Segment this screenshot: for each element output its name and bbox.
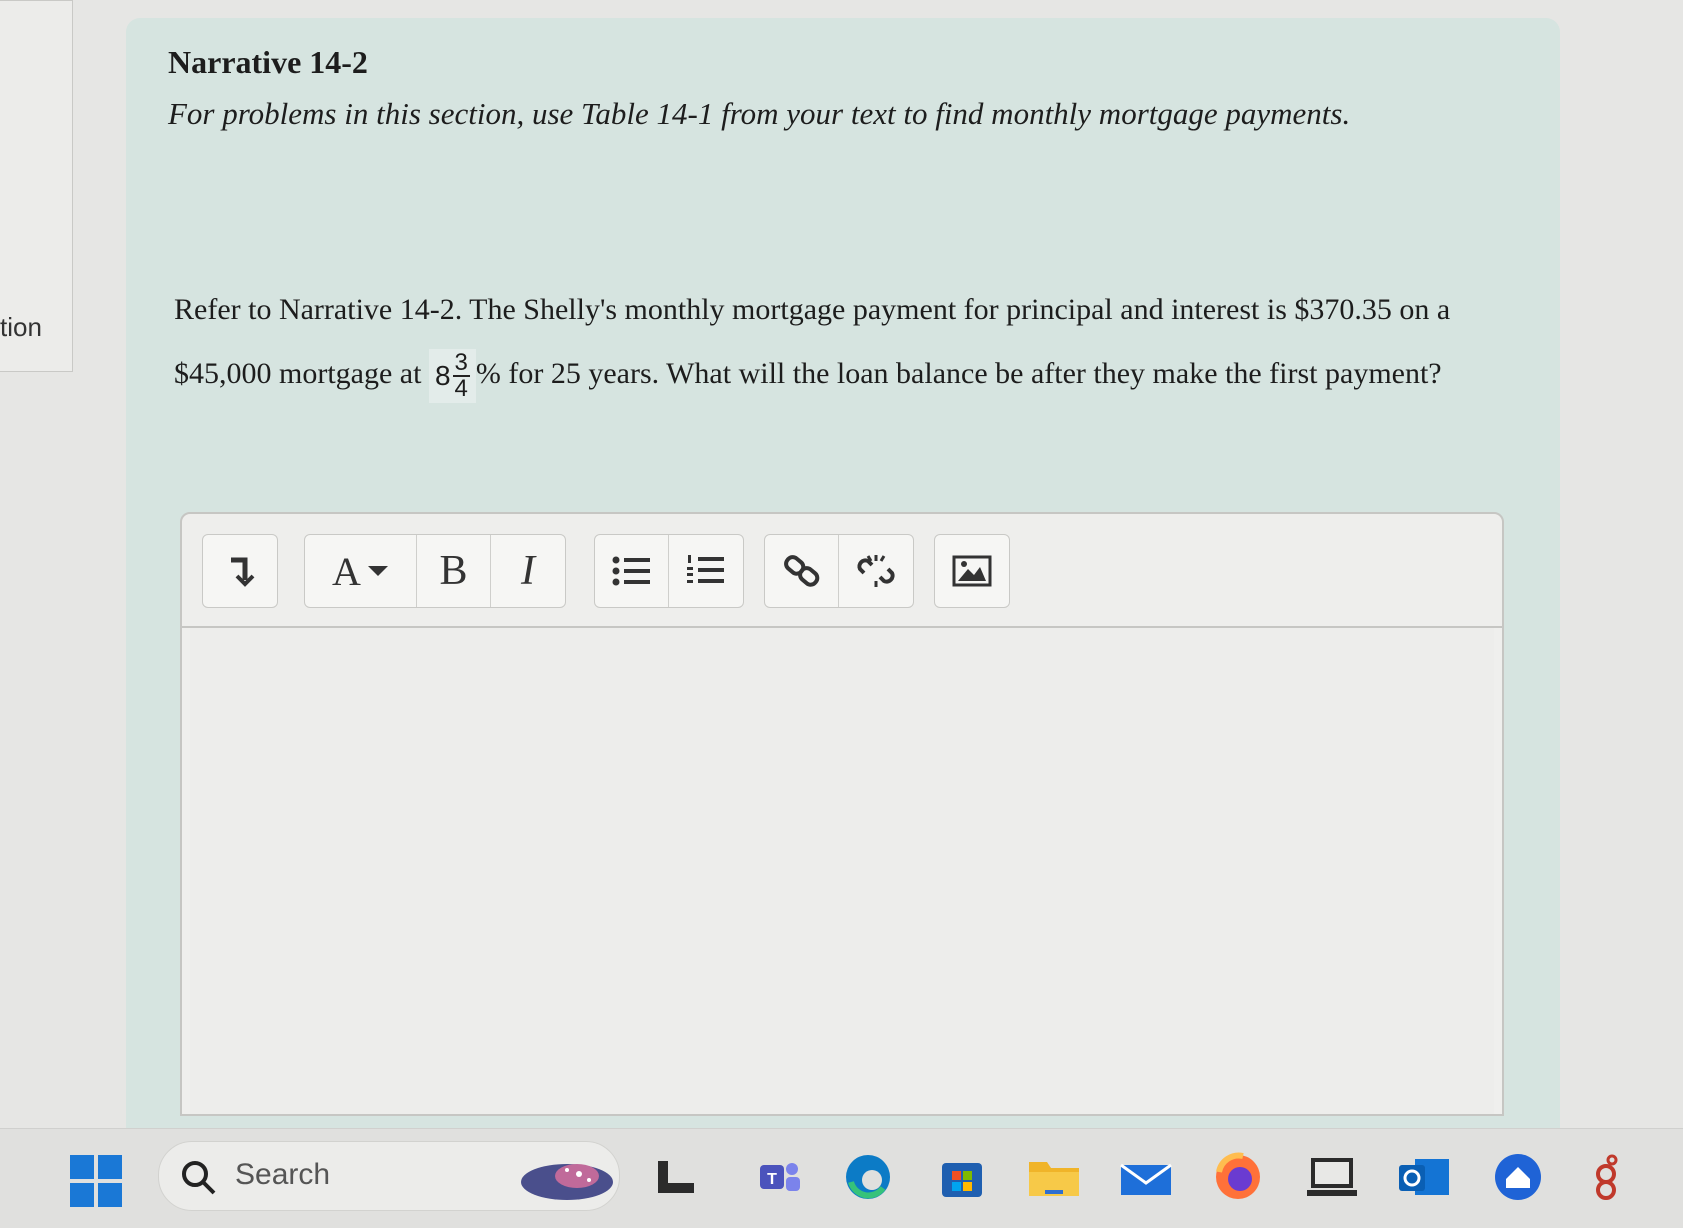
editor-toolbar: A B I bbox=[182, 514, 1502, 628]
numbered-list-button[interactable] bbox=[669, 535, 743, 607]
toolbar-group-format: A B I bbox=[304, 534, 566, 608]
rate-numerator: 3 bbox=[452, 349, 470, 378]
file-explorer-icon[interactable] bbox=[648, 1149, 704, 1205]
edge-icon[interactable] bbox=[840, 1149, 896, 1205]
insert-image-button[interactable] bbox=[935, 535, 1009, 607]
bold-button[interactable]: B bbox=[417, 535, 491, 607]
search-placeholder: Search bbox=[235, 1158, 331, 1191]
font-label: A bbox=[332, 548, 361, 594]
question-part2: % for 25 years. What will the loan balan… bbox=[475, 357, 1442, 390]
taskbar: Search T bbox=[0, 1128, 1683, 1228]
image-icon bbox=[952, 555, 992, 587]
insert-arrow-button[interactable] bbox=[203, 535, 277, 607]
teams-icon[interactable]: T bbox=[752, 1149, 808, 1205]
sidebar-label[interactable]: tion bbox=[0, 312, 42, 343]
store-icon[interactable] bbox=[934, 1149, 990, 1205]
narrative-text: For problems in this section, use Table … bbox=[168, 96, 1351, 131]
numbered-list-icon bbox=[687, 555, 724, 583]
link-button[interactable] bbox=[765, 535, 839, 607]
link-icon bbox=[783, 555, 819, 587]
windows-start-icon[interactable] bbox=[70, 1155, 122, 1207]
laptop-app-icon[interactable] bbox=[1304, 1149, 1360, 1205]
italic-button[interactable]: I bbox=[491, 535, 565, 607]
more-icon[interactable] bbox=[1582, 1149, 1638, 1205]
bulleted-list-button[interactable] bbox=[595, 535, 669, 607]
arrow-down-icon bbox=[231, 557, 255, 587]
chevron-down-icon bbox=[367, 566, 388, 576]
unlink-icon bbox=[857, 555, 895, 587]
question-text: Refer to Narrative 14-2. The Shelly's mo… bbox=[174, 278, 1504, 406]
toolbar-group-lists bbox=[594, 534, 744, 608]
answer-textarea[interactable] bbox=[190, 628, 1494, 1114]
answer-editor: A B I bbox=[180, 512, 1504, 1116]
toolbar-group-links bbox=[764, 534, 914, 608]
font-button[interactable]: A bbox=[305, 535, 417, 607]
bold-label: B bbox=[439, 548, 468, 594]
bulleted-list-icon bbox=[612, 556, 650, 586]
italic-label: I bbox=[521, 548, 535, 594]
toolbar-group-media bbox=[934, 534, 1010, 608]
rate-denominator: 4 bbox=[454, 375, 468, 403]
narrative-title: Narrative 14-2 bbox=[168, 44, 368, 80]
toolbar-group-insert bbox=[202, 534, 278, 608]
rate-fraction: 8 3 4 bbox=[428, 349, 476, 404]
firefox-icon[interactable] bbox=[1210, 1149, 1266, 1205]
home-app-icon[interactable] bbox=[1490, 1149, 1546, 1205]
unlink-button[interactable] bbox=[839, 535, 913, 607]
folder-icon[interactable] bbox=[1026, 1149, 1082, 1205]
taskbar-search[interactable]: Search bbox=[158, 1141, 620, 1211]
search-icon bbox=[182, 1161, 216, 1195]
mail-icon[interactable] bbox=[1118, 1149, 1174, 1205]
svg-text:T: T bbox=[767, 1171, 777, 1188]
rate-whole: 8 bbox=[434, 360, 451, 392]
search-highlight-icon bbox=[521, 1164, 613, 1200]
outlook-icon[interactable] bbox=[1396, 1149, 1452, 1205]
